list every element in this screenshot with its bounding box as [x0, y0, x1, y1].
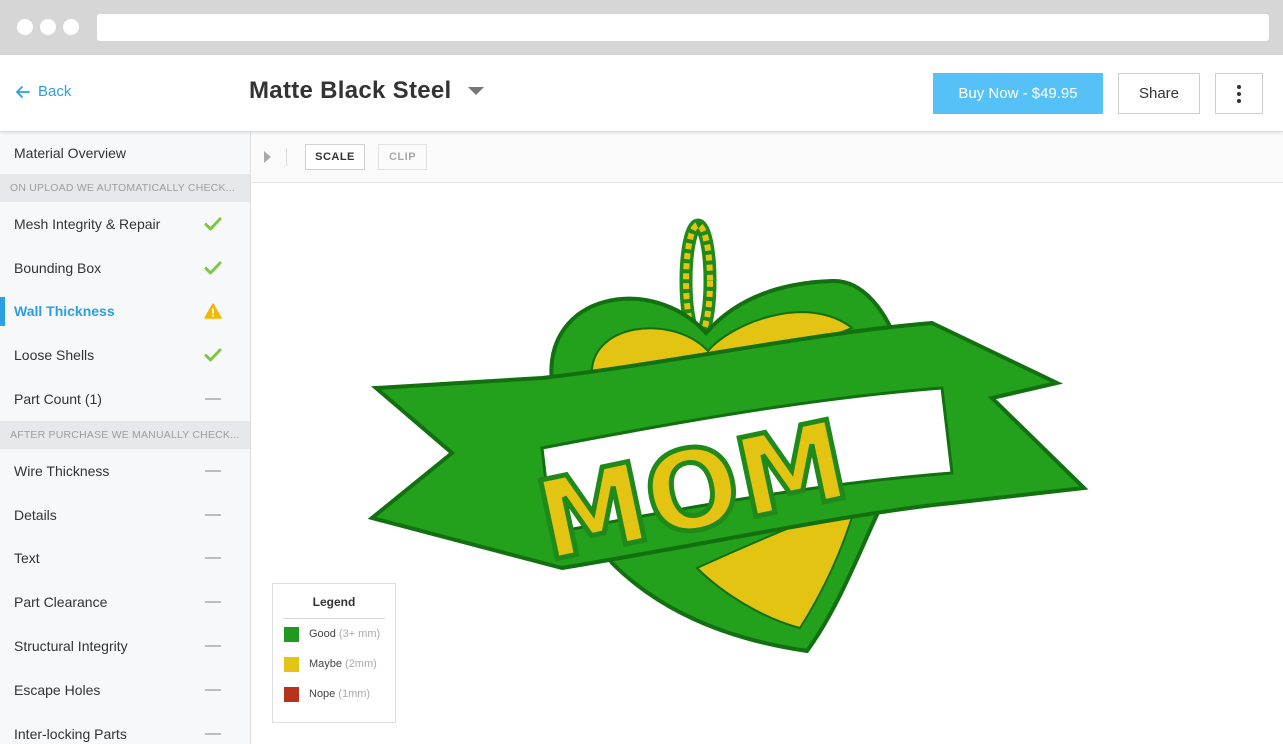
dash-icon — [204, 681, 222, 699]
dash-icon — [204, 462, 222, 480]
legend-swatch — [284, 686, 299, 702]
browser-chrome — [0, 0, 1283, 55]
sidebar-item-label: Structural Integrity — [14, 638, 128, 655]
sidebar-item-label: Inter-locking Parts — [14, 725, 127, 742]
share-button[interactable]: Share — [1118, 73, 1200, 114]
address-bar[interactable] — [97, 14, 1269, 41]
window-minimize-dot[interactable] — [40, 19, 56, 35]
pendant-model: MOM — [367, 218, 1089, 654]
check-icon — [204, 215, 222, 233]
dash-icon — [204, 390, 222, 408]
toolbar-divider — [286, 148, 287, 166]
legend-note: (2mm) — [345, 658, 377, 670]
back-label: Back — [38, 83, 72, 100]
sidebar-item-label: Text — [14, 550, 40, 567]
check-icon — [204, 346, 222, 364]
sidebar-item-label: Wall Thickness — [14, 303, 115, 320]
sidebar-item-label: Part Clearance — [14, 594, 108, 611]
check-icon — [204, 259, 222, 277]
page-title: Matte Black Steel — [249, 77, 452, 104]
sidebar-item-label: Mesh Integrity & Repair — [14, 215, 161, 232]
legend-item-good: Good (3+ mm) — [273, 619, 395, 649]
window-close-dot[interactable] — [17, 19, 33, 35]
sidebar-item-label: Material Overview — [14, 145, 127, 161]
sidebar-item-loose-shells[interactable]: Loose Shells — [0, 333, 250, 377]
sidebar-item-mesh-integrity[interactable]: Mesh Integrity & Repair — [0, 202, 250, 246]
sidebar-item-material-overview[interactable]: Material Overview — [0, 132, 250, 174]
legend-title: Legend — [283, 595, 385, 619]
viewer-toolbar: SCALE CLIP — [252, 132, 1283, 183]
expand-panel-icon[interactable] — [264, 151, 271, 163]
sidebar-item-label: Details — [14, 506, 57, 523]
sidebar-item-text[interactable]: Text — [0, 537, 250, 581]
dash-icon — [204, 725, 222, 743]
sidebar-item-label: Escape Holes — [14, 681, 101, 698]
more-vertical-icon — [1237, 84, 1241, 103]
sidebar-item-interlocking-parts[interactable]: Inter-locking Parts — [0, 712, 250, 744]
legend-note: (3+ mm) — [338, 628, 381, 640]
app-header: Back Matte Black Steel Buy Now - $49.95 … — [0, 55, 1283, 132]
sidebar-item-escape-holes[interactable]: Escape Holes — [0, 668, 250, 712]
legend-label: Nope — [309, 688, 336, 700]
chevron-down-icon — [467, 87, 484, 95]
clip-button[interactable]: CLIP — [378, 144, 427, 170]
sidebar-item-label: Bounding Box — [14, 259, 102, 276]
material-selector[interactable]: Matte Black Steel — [249, 77, 484, 105]
sidebar-item-part-count[interactable]: Part Count (1) — [0, 377, 250, 421]
model-viewport[interactable]: MOM — [252, 183, 1283, 744]
legend-item-maybe: Maybe (2mm) — [273, 649, 395, 679]
more-options-button[interactable] — [1215, 73, 1263, 114]
sidebar-item-structural-integrity[interactable]: Structural Integrity — [0, 624, 250, 668]
dash-icon — [204, 506, 222, 524]
buy-now-button[interactable]: Buy Now - $49.95 — [933, 73, 1103, 114]
sidebar-item-wire-thickness[interactable]: Wire Thickness — [0, 449, 250, 493]
arrow-left-icon — [16, 85, 30, 98]
sidebar-item-label: Wire Thickness — [14, 462, 110, 479]
sidebar-item-bounding-box[interactable]: Bounding Box — [0, 246, 250, 290]
checks-sidebar: Material Overview ON UPLOAD WE AUTOMATIC… — [0, 132, 251, 744]
legend-item-nope: Nope (1mm) — [273, 679, 395, 709]
legend-label: Maybe — [309, 658, 343, 670]
warning-icon — [204, 302, 222, 320]
legend-label: Good — [309, 628, 336, 640]
section-header-manual: AFTER PURCHASE WE MANUALLY CHECK... — [0, 420, 250, 449]
sidebar-item-wall-thickness[interactable]: Wall Thickness — [0, 290, 250, 334]
sidebar-item-details[interactable]: Details — [0, 493, 250, 537]
sidebar-item-label: Loose Shells — [14, 347, 95, 364]
sidebar-item-part-clearance[interactable]: Part Clearance — [0, 580, 250, 624]
thickness-legend: Legend Good (3+ mm) Maybe (2mm) Nope (1m… — [272, 583, 396, 723]
sidebar-item-label: Part Count (1) — [14, 391, 102, 408]
dash-icon — [204, 593, 222, 611]
section-header-auto: ON UPLOAD WE AUTOMATICALLY CHECK... — [0, 174, 250, 202]
back-link[interactable]: Back — [16, 83, 71, 100]
legend-swatch — [284, 626, 299, 642]
window-zoom-dot[interactable] — [63, 19, 79, 35]
scale-button[interactable]: SCALE — [305, 144, 365, 170]
legend-swatch — [284, 656, 299, 672]
dash-icon — [204, 637, 222, 655]
dash-icon — [204, 549, 222, 567]
legend-note: (1mm) — [338, 688, 371, 700]
